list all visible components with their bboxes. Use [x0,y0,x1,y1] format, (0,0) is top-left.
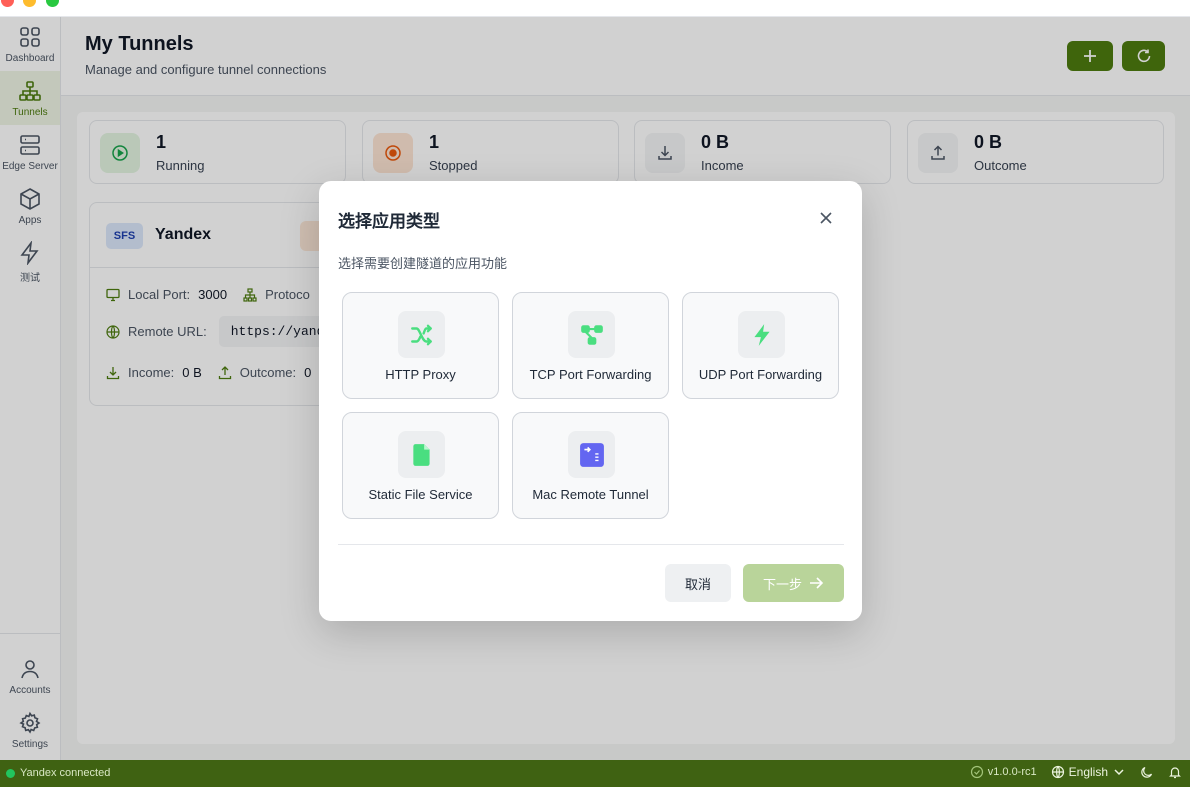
shuffle-icon [410,324,432,345]
connection-status: Yandex connected [6,767,110,779]
dialog-divider [338,544,844,545]
select-app-type-dialog: 选择应用类型 选择需要创建隧道的应用功能 HTTP Proxy TCP Port… [319,181,862,621]
bell-icon [1169,767,1181,779]
option-icon-bg [738,311,785,358]
option-udp-port-forwarding[interactable]: UDP Port Forwarding [682,292,839,399]
option-label: TCP Port Forwarding [529,367,652,382]
version-text: v1.0.0-rc1 [987,766,1037,778]
check-circle-icon [970,765,983,779]
option-icon-bg [398,311,445,358]
option-http-proxy[interactable]: HTTP Proxy [342,292,499,399]
globe-icon [1051,765,1064,779]
network-nodes-icon [580,324,603,345]
option-mac-remote-tunnel[interactable]: Mac Remote Tunnel [512,412,669,519]
arrow-right-icon [810,577,824,589]
option-icon-bg [398,431,445,478]
option-tcp-port-forwarding[interactable]: TCP Port Forwarding [512,292,669,399]
option-label: Static File Service [368,487,473,502]
window-titlebar [0,0,1190,17]
connection-status-text: Yandex connected [20,767,111,779]
language-text: English [1068,765,1108,779]
connection-dot-icon [6,768,15,778]
option-label: UDP Port Forwarding [698,367,823,382]
next-button-label: 下一步 [762,576,802,592]
dialog-title: 选择应用类型 [338,212,440,231]
bolt-icon [753,323,770,346]
status-bar-right: v1.0.0-rc1 English [970,765,1182,779]
dialog-subtitle: 选择需要创建隧道的应用功能 [338,256,508,271]
option-label: Mac Remote Tunnel [532,487,649,502]
next-button[interactable]: 下一步 [743,564,844,602]
moon-icon [1141,766,1153,778]
close-icon [820,212,832,224]
minimize-window-button[interactable] [23,0,36,7]
language-select[interactable]: English [1051,765,1126,779]
option-label: HTTP Proxy [385,367,456,382]
version-info: v1.0.0-rc1 [970,765,1037,779]
chevron-down-icon [1114,769,1124,776]
remote-terminal-icon [579,442,604,467]
theme-toggle[interactable] [1140,765,1154,779]
close-window-button[interactable] [1,0,14,7]
file-icon [412,443,430,466]
option-icon-bg [568,431,615,478]
notifications-button[interactable] [1168,765,1182,779]
dialog-close-button[interactable] [815,207,837,229]
maximize-window-button[interactable] [46,0,59,7]
status-bar: Yandex connected v1.0.0-rc1 English [0,760,1190,787]
option-icon-bg [568,311,615,358]
cancel-button[interactable]: 取消 [665,564,731,602]
option-static-file-service[interactable]: Static File Service [342,412,499,519]
